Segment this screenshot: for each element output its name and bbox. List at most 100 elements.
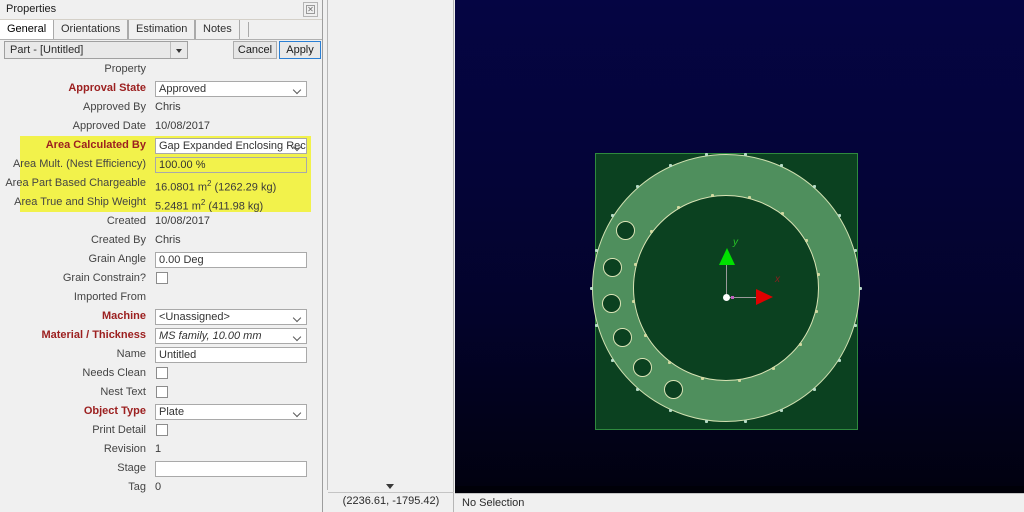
edge-vertex (853, 248, 857, 252)
edge-vertex (668, 164, 672, 168)
property-checkbox[interactable] (156, 367, 168, 379)
property-combo[interactable]: Gap Expanded Enclosing Rec (155, 138, 307, 154)
chevron-down-icon[interactable] (294, 313, 303, 322)
property-input[interactable]: 0.00 Deg (155, 252, 307, 268)
property-combo[interactable]: Plate (155, 404, 307, 420)
edge-vertex (701, 377, 705, 381)
chevron-down-icon[interactable] (294, 142, 303, 151)
edge-vertex (780, 408, 784, 412)
chevron-down-icon[interactable] (294, 408, 303, 417)
property-label: Area Mult. (Nest Efficiency) (12, 158, 146, 170)
property-label: Approved Date (72, 120, 146, 132)
property-row: Area Part Based Chargeable 16.0801 m2 (12… (0, 174, 322, 194)
property-row: Grain Angle 0.00 Deg (0, 250, 322, 269)
edge-vertex (837, 359, 841, 363)
property-label: Approval State (68, 82, 146, 94)
tab-notes[interactable]: Notes (195, 20, 240, 39)
property-label: Area Part Based Chargeable (5, 177, 146, 189)
bolt-hole (633, 357, 653, 377)
panel-title-bar: Properties ✕ (0, 0, 323, 20)
part-selector-combo[interactable]: Part - [Untitled] (4, 41, 188, 59)
cancel-button[interactable]: Cancel (233, 41, 277, 59)
chevron-down-icon[interactable] (294, 332, 303, 341)
property-input[interactable]: 100.00 % (155, 157, 307, 173)
tab-estimation[interactable]: Estimation (128, 20, 196, 39)
edge-vertex (595, 248, 599, 252)
edge-vertex (737, 379, 741, 383)
apply-button[interactable]: Apply (279, 41, 321, 59)
property-value: 16.0801 m2 (1262.29 kg) (155, 179, 277, 194)
tab-label: Notes (203, 23, 232, 35)
edge-vertex (837, 213, 841, 217)
property-label: Needs Clean (82, 367, 146, 379)
property-row: Print Detail (0, 421, 322, 440)
cad-viewport[interactable]: y x (455, 0, 1024, 493)
command-row: Part - [Untitled] Cancel Apply (0, 40, 323, 62)
property-checkbox[interactable] (156, 272, 168, 284)
property-row: Nest Text (0, 383, 322, 402)
bolt-hole (602, 294, 622, 313)
edge-vertex (643, 333, 647, 337)
property-row: Area True and Ship Weight 5.2481 m2 (411.… (0, 193, 322, 213)
property-row: Material / Thickness MS family, 10.00 mm (0, 326, 322, 345)
property-row: Approved By Chris (0, 98, 322, 117)
chevron-down-icon[interactable] (294, 85, 303, 94)
axis-origin-dot (723, 294, 730, 301)
property-value: Untitled (159, 349, 197, 361)
axis-x-arrow-icon (756, 289, 773, 305)
axis-triad: y x (719, 237, 793, 308)
property-label: Revision (103, 443, 146, 455)
tab-general[interactable]: General (0, 20, 54, 39)
edge-vertex (812, 184, 816, 188)
property-row: Created 10/08/2017 (0, 212, 322, 231)
edge-vertex (780, 211, 784, 215)
edge-vertex (668, 408, 672, 412)
close-dock-icon[interactable]: ✕ (303, 2, 318, 17)
edge-vertex (812, 388, 816, 392)
property-label: Created (106, 215, 146, 227)
property-combo[interactable]: Approved (155, 81, 307, 97)
property-combo[interactable]: <Unassigned> (155, 309, 307, 325)
edge-vertex (611, 213, 615, 217)
property-input[interactable]: Untitled (155, 347, 307, 363)
bolt-hole (602, 258, 622, 278)
axis-y-arrow-icon (719, 248, 735, 265)
property-value: 0 (155, 481, 162, 493)
property-row: Stage (0, 459, 322, 478)
property-value: <Unassigned> (159, 311, 230, 323)
panel-title: Properties (6, 3, 57, 15)
property-input[interactable] (155, 461, 307, 477)
tab-label: Orientations (61, 23, 121, 35)
triangle-down-icon[interactable] (386, 484, 394, 489)
tab-orientations[interactable]: Orientations (53, 20, 129, 39)
property-value: 100.00 % (159, 159, 206, 171)
selection-status: No Selection (462, 497, 525, 509)
property-label: Stage (117, 462, 146, 474)
property-checkbox[interactable] (156, 424, 168, 436)
edge-vertex (649, 230, 653, 234)
property-label: Grain Angle (88, 253, 146, 265)
property-row: Object Type Plate (0, 402, 322, 421)
property-label: Approved By (83, 101, 146, 113)
axis-x-label: x (775, 274, 780, 285)
property-row: Tag 0 (0, 478, 322, 497)
edge-vertex (853, 324, 857, 328)
axis-y-label: y (733, 237, 738, 248)
property-label: Nest Text (100, 386, 146, 398)
axis-z-dot (731, 296, 734, 299)
property-row: Area Calculated By Gap Expanded Enclosing… (0, 136, 322, 155)
coordinate-strip: (2236.61, -1795.42) (328, 0, 454, 512)
status-bar: No Selection (455, 493, 1024, 512)
property-label: Created By (90, 234, 146, 246)
chevron-down-icon[interactable] (170, 42, 187, 58)
property-row: Approved Date 10/08/2017 (0, 117, 322, 136)
edge-vertex (743, 419, 747, 423)
edge-vertex (743, 153, 747, 157)
property-checkbox[interactable] (156, 386, 168, 398)
property-value: Gap Expanded Enclosing Rec (159, 140, 306, 152)
property-value: 10/08/2017 (155, 120, 211, 132)
property-combo[interactable]: MS family, 10.00 mm (155, 328, 307, 344)
property-label: Print Detail (92, 424, 146, 436)
tab-label: Estimation (136, 23, 188, 35)
property-grid: Property Approval State Approved Approved B… (0, 60, 322, 512)
